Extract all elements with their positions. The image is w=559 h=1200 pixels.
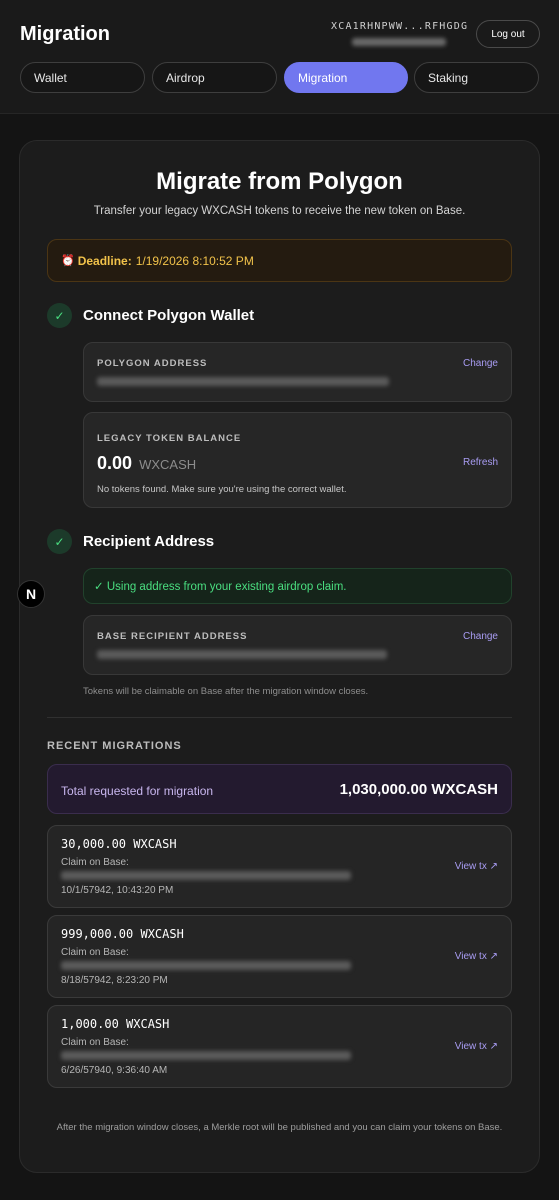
polygon-address-box: POLYGON ADDRESS Change: [83, 342, 512, 402]
migration-address-redacted: [61, 1051, 351, 1060]
refresh-link[interactable]: Refresh: [463, 457, 498, 468]
balance-note: No tokens found. Make sure you're using …: [97, 484, 347, 495]
footer-note: After the migration window closes, a Mer…: [56, 1122, 503, 1133]
migration-address-redacted: [61, 961, 351, 970]
migration-date: 6/26/57940, 9:36:40 AM: [61, 1065, 168, 1076]
alarm-clock-icon: ⏰: [61, 255, 75, 267]
migration-claim-label: Claim on Base:: [61, 947, 129, 958]
migration-item: 1,000.00 WXCASH Claim on Base: 6/26/5794…: [47, 1005, 512, 1088]
total-migration-box: Total requested for migration 1,030,000.…: [47, 764, 512, 814]
base-address-box: BASE RECIPIENT ADDRESS Change: [83, 615, 512, 675]
polygon-change-link[interactable]: Change: [463, 358, 498, 369]
divider: [47, 717, 512, 718]
tab-wallet[interactable]: Wallet: [20, 62, 145, 93]
total-label: Total requested for migration: [61, 784, 214, 798]
polygon-address-redacted: [97, 377, 389, 386]
migration-claim-label: Claim on Base:: [61, 1037, 129, 1048]
wallet-subtext-redacted: [352, 38, 446, 46]
migrate-subtitle: Transfer your legacy WXCASH tokens to re…: [93, 205, 466, 217]
balance-unit: WXCASH: [139, 457, 197, 472]
recent-migrations-heading: RECENT MIGRATIONS: [47, 740, 182, 752]
deadline-value: 1/19/2026 8:10:52 PM: [135, 253, 254, 268]
total-value: 1,030,000.00 WXCASH: [339, 781, 498, 798]
migration-amount: 999,000.00 WXCASH: [61, 927, 184, 941]
deadline-label: Deadline:: [77, 253, 132, 268]
migration-address-redacted: [61, 871, 351, 880]
base-address-label: BASE RECIPIENT ADDRESS: [97, 631, 248, 642]
claimable-note: Tokens will be claimable on Base after t…: [83, 686, 369, 697]
step2-check-icon: ✓: [47, 529, 72, 554]
tab-airdrop[interactable]: Airdrop: [152, 62, 277, 93]
balance-amount: 0.00: [97, 453, 133, 473]
recipient-info-banner: ✓ Using address from your existing airdr…: [83, 568, 512, 604]
wallet-address: XCA1RHNPWW...RFHGDG: [331, 21, 469, 32]
step1-check-icon: ✓: [47, 303, 72, 328]
view-tx-link[interactable]: View tx ↗: [455, 861, 498, 872]
legacy-balance-label: LEGACY TOKEN BALANCE: [97, 433, 242, 444]
legacy-balance-box: LEGACY TOKEN BALANCE 0.00 WXCASH Refresh…: [83, 412, 512, 508]
top-bar: Migration XCA1RHNPWW...RFHGDG Log out Wa…: [0, 0, 559, 114]
polygon-address-label: POLYGON ADDRESS: [97, 358, 208, 369]
page-title: Migration: [20, 23, 110, 45]
migration-claim-label: Claim on Base:: [61, 857, 129, 868]
migration-date: 8/18/57942, 8:23:20 PM: [61, 975, 168, 986]
migration-amount: 30,000.00 WXCASH: [61, 837, 177, 851]
migration-item: 30,000.00 WXCASH Claim on Base: 10/1/579…: [47, 825, 512, 908]
step2-title: Recipient Address: [83, 533, 215, 550]
migration-amount: 1,000.00 WXCASH: [61, 1017, 170, 1031]
tab-staking[interactable]: Staking: [414, 62, 539, 93]
view-tx-link[interactable]: View tx ↗: [455, 1041, 498, 1052]
migrate-heading: Migrate from Polygon: [156, 168, 403, 195]
base-change-link[interactable]: Change: [463, 631, 498, 642]
deadline-banner: ⏰ Deadline: 1/19/2026 8:10:52 PM: [47, 239, 512, 282]
base-address-redacted: [97, 650, 387, 659]
step1-title: Connect Polygon Wallet: [83, 307, 255, 324]
n-logo-badge[interactable]: N: [17, 580, 45, 608]
logout-button[interactable]: Log out: [476, 20, 540, 48]
migration-item: 999,000.00 WXCASH Claim on Base: 8/18/57…: [47, 915, 512, 998]
view-tx-link[interactable]: View tx ↗: [455, 951, 498, 962]
legacy-balance-value: 0.00 WXCASH: [97, 453, 196, 474]
migration-date: 10/1/57942, 10:43:20 PM: [61, 885, 174, 896]
tab-migration[interactable]: Migration: [284, 62, 408, 93]
